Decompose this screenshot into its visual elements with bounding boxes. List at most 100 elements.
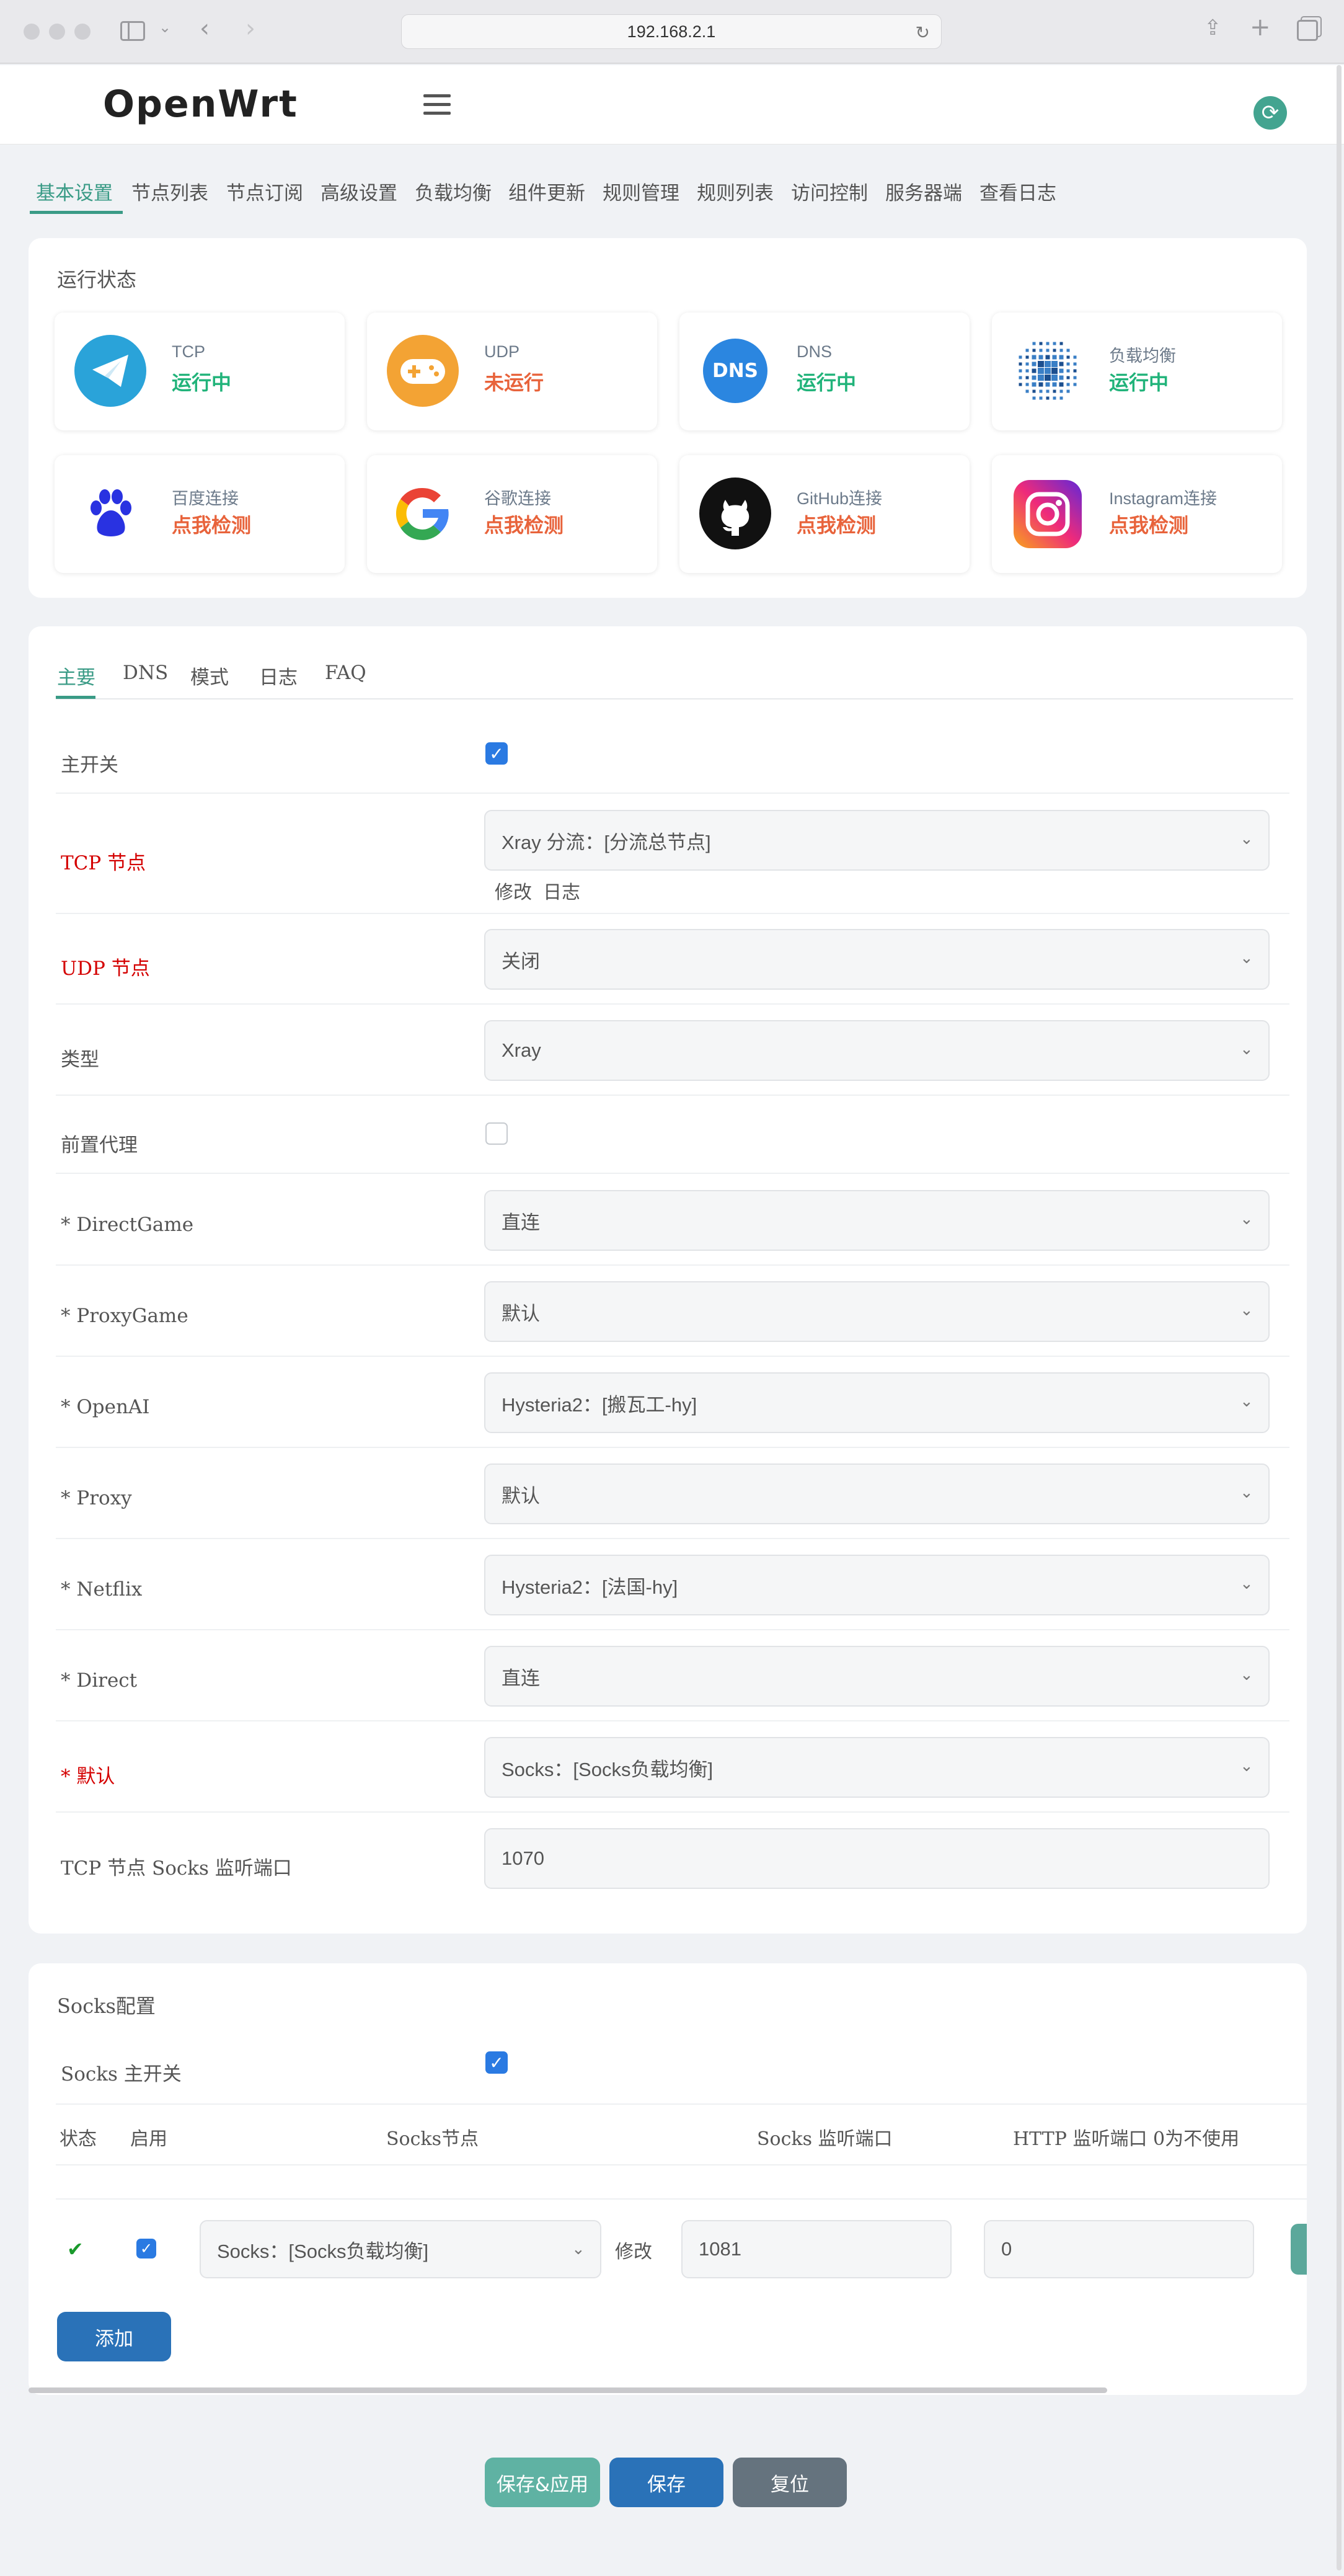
tcp-node-log-link[interactable]: 日志 xyxy=(543,877,580,904)
hamburger-menu-icon[interactable] xyxy=(423,94,451,115)
main-switch-checkbox[interactable]: ✓ xyxy=(485,742,508,765)
divider xyxy=(56,2103,1307,2105)
grid-dot xyxy=(1025,376,1029,380)
grid-dot xyxy=(1025,349,1029,352)
udp-node-select[interactable]: 关闭 ⌄ xyxy=(484,929,1270,990)
save-button[interactable]: 保存 xyxy=(609,2458,723,2507)
rule-select-proxy[interactable]: 默认 ⌄ xyxy=(484,1463,1270,1524)
status-card-value: 运行中 xyxy=(797,371,857,394)
share-icon[interactable]: ⇪ xyxy=(1204,17,1222,38)
tab-access-control[interactable]: 访问控制 xyxy=(791,177,868,205)
instagram-icon xyxy=(1014,480,1082,548)
status-card-name: UDP xyxy=(484,342,520,361)
chevron-down-icon: ⌄ xyxy=(1240,1483,1253,1502)
socks-title: Socks配置 xyxy=(57,1994,156,2018)
socks-switch-checkbox[interactable]: ✓ xyxy=(485,2051,508,2074)
tab-overview-icon[interactable] xyxy=(1297,20,1318,41)
subtab-mode[interactable]: 模式 xyxy=(190,662,229,690)
grid-dot xyxy=(1066,362,1070,366)
page-scrollbar[interactable] xyxy=(1337,65,1342,2570)
rule-select-netflix[interactable]: Hysteria2：[法国-hy] ⌄ xyxy=(484,1555,1270,1615)
sidebar-toggle-icon[interactable] xyxy=(120,21,145,41)
openwrt-logo[interactable]: OpenWrt xyxy=(103,82,298,126)
grid-dot xyxy=(1046,349,1050,352)
type-select[interactable]: Xray ⌄ xyxy=(484,1020,1270,1081)
chevron-down-icon: ⌄ xyxy=(1240,1301,1253,1320)
status-card-name: 谷歌连接 xyxy=(484,489,551,508)
tab-rule-list[interactable]: 规则列表 xyxy=(697,177,774,205)
subtab-faq[interactable]: FAQ xyxy=(325,662,366,684)
zoom-window-button[interactable] xyxy=(74,24,91,40)
new-tab-icon[interactable]: + xyxy=(1250,15,1271,40)
google-icon xyxy=(387,477,459,549)
http-port-field[interactable]: 0 xyxy=(984,2220,1254,2278)
col-header-status: 状态 xyxy=(60,2128,97,2150)
tab-component-update[interactable]: 组件更新 xyxy=(508,177,585,205)
grid-dot xyxy=(1066,369,1070,373)
forward-icon[interactable]: › xyxy=(245,16,255,41)
status-card-dns: DNS DNS 运行中 xyxy=(679,313,970,430)
status-card-tcp: TCP 运行中 xyxy=(55,313,345,430)
tcp-node-edit-link[interactable]: 修改 xyxy=(495,877,532,904)
rule-label-proxy: * Proxy xyxy=(61,1487,132,1509)
grid-dot xyxy=(1059,349,1063,352)
tab-rule-manage[interactable]: 规则管理 xyxy=(603,177,679,205)
rule-value: 默认 xyxy=(502,1302,540,1325)
grid-dot xyxy=(1073,362,1077,366)
grid-dot xyxy=(1032,382,1037,387)
divider xyxy=(56,1356,1289,1357)
refresh-icon[interactable]: ⟳ xyxy=(1253,96,1287,130)
reset-button[interactable]: 复位 xyxy=(733,2458,847,2507)
dns-icon: DNS xyxy=(703,339,767,403)
tab-advanced[interactable]: 高级设置 xyxy=(321,177,397,205)
back-icon[interactable]: ‹ xyxy=(200,16,210,41)
github-icon xyxy=(699,477,771,549)
horizontal-scrollbar[interactable] xyxy=(29,2387,1107,2393)
grid-dot xyxy=(1052,382,1057,387)
subtab-log[interactable]: 日志 xyxy=(259,662,298,690)
rule-label-proxygame: * ProxyGame xyxy=(61,1305,188,1327)
tab-node-list[interactable]: 节点列表 xyxy=(131,177,208,205)
grid-dot xyxy=(1059,368,1064,373)
socks-port-field[interactable]: 1081 xyxy=(681,2220,952,2278)
grid-dot xyxy=(1019,369,1022,373)
chevron-down-icon[interactable]: ⌄ xyxy=(159,20,171,35)
tab-server[interactable]: 服务器端 xyxy=(885,177,962,205)
col-header-enable: 启用 xyxy=(130,2128,167,2150)
row-action-button[interactable] xyxy=(1291,2224,1307,2275)
pre-proxy-checkbox[interactable] xyxy=(485,1122,508,1145)
socks-node-edit-link[interactable]: 修改 xyxy=(615,2236,652,2263)
minimize-window-button[interactable] xyxy=(49,24,65,40)
rule-value: Socks：[Socks负载均衡] xyxy=(502,1758,714,1780)
socks-port-input[interactable]: 1070 xyxy=(484,1828,1270,1889)
chevron-down-icon: ⌄ xyxy=(1240,1757,1253,1775)
rule-select-default[interactable]: Socks：[Socks负载均衡] ⌄ xyxy=(484,1737,1270,1798)
subtab-main[interactable]: 主要 xyxy=(57,662,95,690)
grid-dot xyxy=(1046,396,1050,400)
address-bar[interactable]: 192.168.2.1 ↻ xyxy=(401,14,942,49)
tab-basic-settings[interactable]: 基本设置 xyxy=(36,177,113,205)
socks-port-value: 1070 xyxy=(502,1847,544,1869)
rule-select-direct[interactable]: 直连 ⌄ xyxy=(484,1646,1270,1707)
socks-switch-label: Socks 主开关 xyxy=(61,2063,182,2085)
grid-dot xyxy=(1032,342,1036,345)
tab-view-log[interactable]: 查看日志 xyxy=(979,177,1056,205)
chevron-down-icon: ⌄ xyxy=(1240,1392,1253,1411)
rule-select-openai[interactable]: Hysteria2：[搬瓦工-hy] ⌄ xyxy=(484,1372,1270,1433)
socks-node-select[interactable]: Socks：[Socks负载均衡] ⌄ xyxy=(200,2220,601,2278)
tab-load-balance[interactable]: 负载均衡 xyxy=(415,177,492,205)
add-button[interactable]: 添加 xyxy=(57,2312,171,2361)
close-window-button[interactable] xyxy=(24,24,40,40)
grid-dot xyxy=(1059,396,1063,400)
divider xyxy=(56,1264,1289,1266)
tcp-node-select[interactable]: Xray 分流：[分流总节点] ⌄ xyxy=(484,810,1270,871)
grid-dot xyxy=(1066,355,1070,359)
rule-select-directgame[interactable]: 直连 ⌄ xyxy=(484,1190,1270,1251)
reload-icon[interactable]: ↻ xyxy=(916,22,930,43)
subtab-dns[interactable]: DNS xyxy=(123,662,168,684)
tab-node-subscribe[interactable]: 节点订阅 xyxy=(226,177,303,205)
rule-select-proxygame[interactable]: 默认 ⌄ xyxy=(484,1281,1270,1342)
save-apply-button[interactable]: 保存&应用 xyxy=(485,2458,600,2507)
socks-enable-checkbox[interactable]: ✓ xyxy=(136,2239,156,2258)
rule-label-directgame: * DirectGame xyxy=(61,1214,194,1236)
